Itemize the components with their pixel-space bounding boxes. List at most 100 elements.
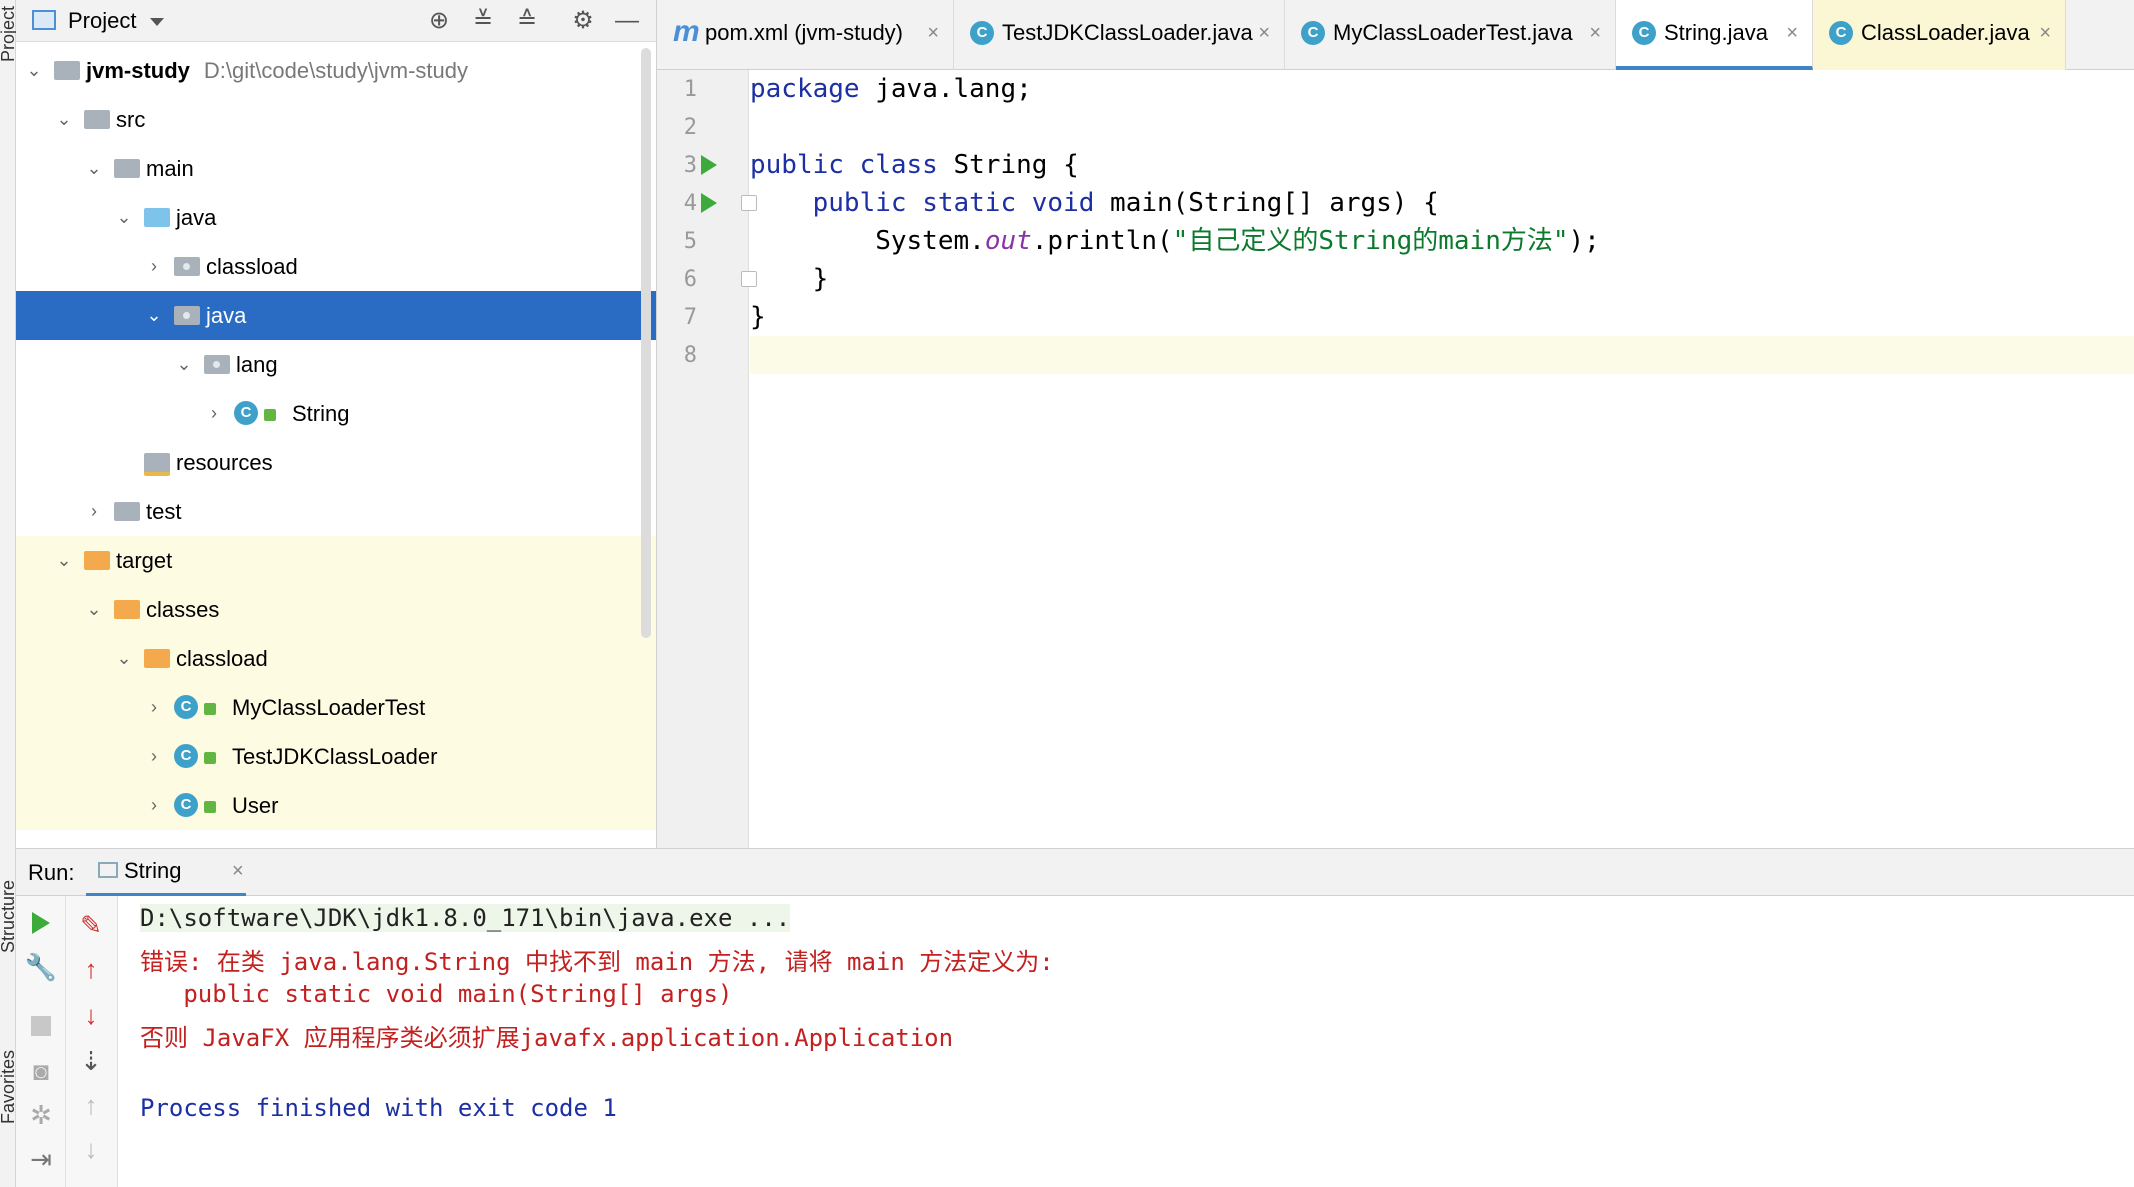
- run-config-icon: [98, 862, 118, 878]
- chevron-down-icon[interactable]: ⌄: [54, 95, 74, 144]
- scroll-down-icon[interactable]: ↓: [66, 1134, 116, 1165]
- chevron-right-icon[interactable]: ›: [144, 781, 164, 830]
- chevron-down-icon[interactable]: ⌄: [114, 634, 134, 683]
- tree-row-jvm-study[interactable]: ⌄ jvm-study D:\git\code\study\jvm-study: [16, 46, 656, 95]
- tree-row-user[interactable]: › C User: [16, 781, 656, 830]
- line-number: 2: [683, 115, 697, 140]
- tree-label: jvm-study: [86, 58, 190, 83]
- chevron-down-icon[interactable]: ⌄: [174, 340, 194, 389]
- project-title[interactable]: Project: [68, 8, 136, 34]
- run-gutter-icon[interactable]: [701, 155, 717, 175]
- up-arrow-icon[interactable]: ↑: [66, 954, 116, 985]
- tree-row-string[interactable]: › C String: [16, 389, 656, 438]
- java-class-icon: C: [1301, 21, 1325, 45]
- close-icon[interactable]: ×: [1589, 0, 1601, 66]
- chevron-down-icon[interactable]: ⌄: [24, 46, 44, 95]
- clear-output-icon[interactable]: ✎: [66, 910, 116, 941]
- tree-label: classes: [146, 597, 220, 622]
- tree-row-classload[interactable]: › classload: [16, 242, 656, 291]
- java-class-icon: C: [234, 401, 258, 425]
- java-class-icon: C: [1829, 21, 1853, 45]
- console-finish-line: Process finished with exit code 1: [140, 1094, 617, 1122]
- tree-path: D:\git\code\study\jvm-study: [203, 58, 469, 83]
- project-panel-header: Project ⊕ ≚ ≙ ⚙ —: [16, 0, 656, 42]
- exit-icon[interactable]: ⇥: [16, 1144, 66, 1175]
- line-number: 5: [683, 229, 697, 254]
- line-number: 6: [683, 267, 697, 292]
- scroll-up-icon[interactable]: ↑: [66, 1090, 116, 1121]
- chevron-right-icon[interactable]: ›: [204, 389, 224, 438]
- stop-icon[interactable]: [31, 1016, 51, 1036]
- close-icon[interactable]: ×: [1258, 0, 1270, 66]
- chevron-right-icon[interactable]: ›: [84, 487, 104, 536]
- editor-gutter: 1 2 3 4 5 6 7 8: [657, 70, 757, 848]
- tab-classloader-java[interactable]: C ClassLoader.java ×: [1813, 0, 2066, 70]
- rerun-icon[interactable]: [32, 912, 50, 934]
- camera-icon[interactable]: ◙: [16, 1056, 66, 1087]
- tree-label: target: [116, 548, 173, 573]
- tab-myclassloadertest[interactable]: C MyClassLoaderTest.java ×: [1285, 0, 1616, 70]
- chevron-down-icon[interactable]: ⌄: [84, 144, 104, 193]
- run-gutter-icon[interactable]: [701, 193, 717, 213]
- expand-all-icon[interactable]: ≚: [468, 6, 498, 36]
- tree-row-java-package[interactable]: ⌄ java: [16, 291, 656, 340]
- tab-label: pom.xml (jvm-study): [705, 20, 904, 45]
- java-class-icon: C: [174, 695, 198, 719]
- down-arrow-icon[interactable]: ↓: [66, 1000, 116, 1031]
- chevron-down-icon[interactable]: ⌄: [84, 585, 104, 634]
- tab-testjdkclassloader[interactable]: C TestJDKClassLoader.java ×: [954, 0, 1285, 70]
- tree-label: java: [206, 303, 247, 328]
- tree-row-testjdkclassloader[interactable]: › C TestJDKClassLoader: [16, 732, 656, 781]
- locate-icon[interactable]: ⊕: [424, 6, 454, 36]
- chevron-down-icon[interactable]: ⌄: [54, 536, 74, 585]
- tree-row-classes[interactable]: ⌄ classes: [16, 585, 656, 634]
- access-lock-icon: [204, 752, 216, 764]
- close-icon[interactable]: ×: [232, 849, 244, 893]
- code-text: .println(: [1031, 226, 1173, 256]
- tree-row-resources[interactable]: resources: [16, 438, 656, 487]
- tab-label: TestJDKClassLoader.java: [1002, 20, 1253, 45]
- tree-row-target[interactable]: ⌄ target: [16, 536, 656, 585]
- gear-icon[interactable]: ⚙: [568, 6, 598, 36]
- bug-icon[interactable]: ✲: [16, 1100, 66, 1131]
- tree-row-test[interactable]: › test: [16, 487, 656, 536]
- tree-row-java-source[interactable]: ⌄ java: [16, 193, 656, 242]
- tab-pom-xml[interactable]: m pom.xml (jvm-study) ×: [657, 0, 954, 70]
- access-lock-icon: [264, 409, 276, 421]
- chevron-down-icon[interactable]: ⌄: [144, 291, 164, 340]
- collapse-all-icon[interactable]: ≙: [512, 6, 542, 36]
- editor-tab-bar: m pom.xml (jvm-study) × C TestJDKClassLo…: [657, 0, 2134, 70]
- minimize-icon[interactable]: —: [612, 6, 642, 36]
- tree-row-src[interactable]: ⌄ src: [16, 95, 656, 144]
- java-class-icon: C: [970, 21, 994, 45]
- string-literal: "自己定义的String的main方法": [1172, 226, 1569, 256]
- console-output[interactable]: D:\software\JDK\jdk1.8.0_171\bin\java.ex…: [118, 896, 2134, 1187]
- close-icon[interactable]: ×: [927, 0, 939, 66]
- code-editor[interactable]: package java.lang; public class String {…: [750, 70, 2134, 848]
- line-number: 4: [683, 191, 697, 216]
- package-icon: [204, 355, 230, 374]
- code-line-8-current: [750, 336, 2134, 374]
- chevron-right-icon[interactable]: ›: [144, 732, 164, 781]
- sort-icon[interactable]: ⇣: [66, 1046, 116, 1077]
- project-scrollbar[interactable]: [641, 48, 651, 638]
- chevron-down-icon[interactable]: ⌄: [114, 193, 134, 242]
- chevron-right-icon[interactable]: ›: [144, 683, 164, 732]
- run-tab-string[interactable]: String ×: [86, 849, 246, 897]
- line-number: 3: [683, 153, 697, 178]
- tree-row-lang[interactable]: ⌄ lang: [16, 340, 656, 389]
- left-tool-strip: Project Structure Favorites: [0, 0, 18, 1187]
- close-icon[interactable]: ×: [2039, 0, 2051, 66]
- line-number: 7: [683, 305, 697, 330]
- tree-row-main[interactable]: ⌄ main: [16, 144, 656, 193]
- close-icon[interactable]: ×: [1786, 0, 1798, 66]
- tree-row-myclassloadertest[interactable]: › C MyClassLoaderTest: [16, 683, 656, 732]
- excluded-folder-icon: [84, 551, 110, 570]
- chevron-down-icon[interactable]: [150, 18, 164, 26]
- chevron-right-icon[interactable]: ›: [144, 242, 164, 291]
- wrench-icon[interactable]: 🔧: [16, 952, 66, 983]
- run-toolbar-secondary: ✎ ↑ ↓ ⇣ ↑ ↓: [66, 896, 118, 1187]
- tab-string-java[interactable]: C String.java ×: [1616, 0, 1813, 70]
- folder-icon: [84, 110, 110, 129]
- tree-row-classload-target[interactable]: ⌄ classload: [16, 634, 656, 683]
